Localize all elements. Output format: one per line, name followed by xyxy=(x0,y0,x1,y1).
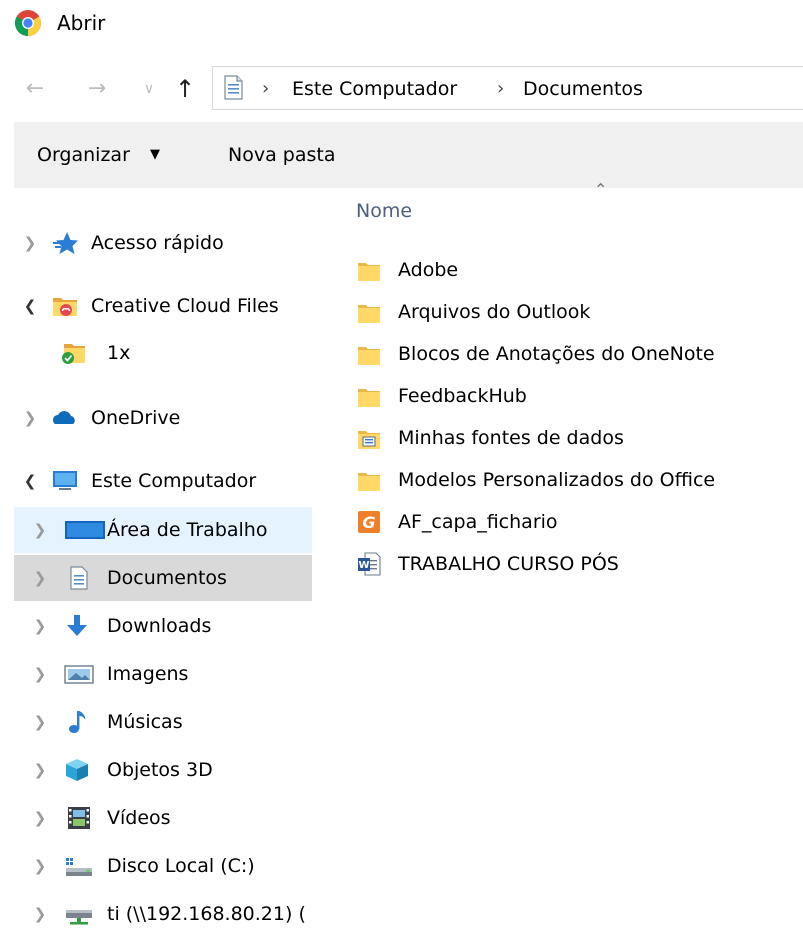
forward-button[interactable]: → xyxy=(84,74,110,104)
breadcrumb-separator[interactable]: › xyxy=(497,74,504,104)
nav-label: OneDrive xyxy=(91,407,181,429)
file-name: Adobe xyxy=(398,259,459,281)
file-name: AF_capa_fichario xyxy=(398,511,558,533)
nav-label: Vídeos xyxy=(107,807,171,829)
nav-label: Área de Trabalho xyxy=(107,519,268,541)
file-name: Modelos Personalizados do Office xyxy=(398,469,716,491)
file-name: Blocos de Anotações do OneNote xyxy=(398,343,715,365)
svg-text:G: G xyxy=(362,513,375,532)
chevron-right-icon[interactable]: ❯ xyxy=(30,651,50,697)
file-name: Minhas fontes de dados xyxy=(398,427,624,449)
nav-label: Imagens xyxy=(107,663,189,685)
nav-label: Acesso rápido xyxy=(91,232,224,254)
file-row-af-capa-fichario[interactable]: G AF_capa_fichario xyxy=(350,501,803,543)
nav-item-documentos[interactable]: ❯ Documentos xyxy=(14,555,312,601)
chevron-down-icon[interactable]: ❮ xyxy=(20,283,40,329)
local-disk-icon xyxy=(66,858,92,876)
file-row-adobe[interactable]: Adobe xyxy=(350,249,803,291)
folder-icon xyxy=(358,473,380,491)
nav-item-network-drive[interactable]: ❯ ti (\\192.168.80.21) ( xyxy=(14,891,312,931)
pictures-icon xyxy=(64,665,94,684)
nav-label: Este Computador xyxy=(91,470,257,492)
coreldraw-file-icon: G xyxy=(358,511,380,533)
nav-label: ti (\\192.168.80.21) ( xyxy=(107,903,306,925)
nav-item-musicas[interactable]: ❯ Músicas xyxy=(14,699,312,745)
nav-item-downloads[interactable]: ❯ Downloads xyxy=(14,603,312,649)
window-title: Abrir xyxy=(57,11,106,35)
folder-icon xyxy=(358,347,380,365)
chevron-right-icon[interactable]: ❯ xyxy=(30,843,50,889)
file-row-minhas-fontes[interactable]: Minhas fontes de dados xyxy=(350,417,803,459)
chevron-right-icon[interactable]: ❯ xyxy=(30,747,50,793)
onedrive-cloud-icon xyxy=(53,411,75,424)
music-note-icon xyxy=(69,711,86,733)
nav-item-creative-cloud-files[interactable]: ❮ Creative Cloud Files xyxy=(14,283,312,329)
word-document-icon: W xyxy=(358,552,381,576)
chevron-right-icon[interactable]: ❯ xyxy=(30,795,50,841)
video-film-icon xyxy=(68,807,90,829)
chevron-right-icon[interactable]: ❯ xyxy=(20,395,40,441)
nav-item-objetos-3d[interactable]: ❯ Objetos 3D xyxy=(14,747,312,793)
folder-icon xyxy=(358,305,380,323)
up-arrow-icon[interactable]: ↑ xyxy=(172,74,198,104)
column-header-name[interactable]: Nome xyxy=(356,200,412,222)
file-name: TRABALHO CURSO PÓS xyxy=(398,553,619,575)
title-bar xyxy=(0,0,803,46)
file-row-trabalho-curso[interactable]: W TRABALHO CURSO PÓS xyxy=(350,543,803,585)
nav-label: Disco Local (C:) xyxy=(107,855,255,877)
file-row-feedbackhub[interactable]: FeedbackHub xyxy=(350,375,803,417)
creative-cloud-folder-icon xyxy=(53,298,77,316)
back-button[interactable]: ← xyxy=(22,74,48,104)
folder-icon xyxy=(358,263,380,281)
data-sources-folder-icon xyxy=(358,431,380,449)
synced-folder-icon xyxy=(62,344,85,364)
file-row-blocos-onenote[interactable]: Blocos de Anotações do OneNote xyxy=(350,333,803,375)
network-drive-icon xyxy=(66,910,92,925)
chevron-down-icon[interactable]: ❮ xyxy=(20,458,40,504)
nav-item-onedrive[interactable]: ❯ OneDrive xyxy=(14,395,312,441)
nav-label: Creative Cloud Files xyxy=(91,295,279,317)
chevron-right-icon[interactable]: ❯ xyxy=(30,699,50,745)
documents-icon xyxy=(70,566,88,590)
documents-icon xyxy=(224,75,243,100)
chrome-icon xyxy=(14,10,42,37)
nav-item-1x[interactable]: 1x xyxy=(14,330,312,376)
command-bar xyxy=(14,122,803,188)
nav-label: Objetos 3D xyxy=(107,759,213,781)
nav-item-disco-local[interactable]: ❯ Disco Local (C:) xyxy=(14,843,312,889)
file-row-arquivos-outlook[interactable]: Arquivos do Outlook xyxy=(350,291,803,333)
nav-label: Músicas xyxy=(107,711,183,733)
computer-icon xyxy=(53,471,77,490)
svg-text:W: W xyxy=(358,560,369,571)
file-row-modelos-office[interactable]: Modelos Personalizados do Office xyxy=(350,459,803,501)
new-folder-button[interactable]: Nova pasta xyxy=(228,139,335,171)
breadcrumb-separator: › xyxy=(262,78,270,99)
nav-item-imagens[interactable]: ❯ Imagens xyxy=(14,651,312,697)
chevron-right-icon[interactable]: ❯ xyxy=(30,555,50,601)
nav-item-este-computador[interactable]: ❮ Este Computador xyxy=(14,458,312,504)
file-name: FeedbackHub xyxy=(398,385,527,407)
chevron-right-icon[interactable]: ❯ xyxy=(20,220,40,266)
breadcrumb-este-computador[interactable]: Este Computador xyxy=(292,74,457,104)
sort-ascending-icon: ⌃ xyxy=(594,180,608,199)
caret-down-icon[interactable]: ▼ xyxy=(150,139,160,171)
chevron-right-icon[interactable]: ❯ xyxy=(30,603,50,649)
star-icon xyxy=(53,232,78,254)
nav-label: Documentos xyxy=(107,567,227,589)
nav-item-videos[interactable]: ❯ Vídeos xyxy=(14,795,312,841)
nav-item-area-de-trabalho[interactable]: ❯ Área de Trabalho xyxy=(14,507,312,553)
breadcrumb-documentos[interactable]: Documentos xyxy=(523,74,643,104)
organize-button[interactable]: Organizar xyxy=(37,139,130,171)
chevron-right-icon[interactable]: ❯ xyxy=(30,891,50,931)
nav-label: 1x xyxy=(107,342,131,364)
recent-locations-chevron-icon[interactable]: ∨ xyxy=(140,74,158,104)
3d-cube-icon xyxy=(66,759,88,781)
chevron-right-icon[interactable]: ❯ xyxy=(30,507,50,553)
folder-icon xyxy=(358,389,380,407)
nav-label: Downloads xyxy=(107,615,212,637)
download-arrow-icon xyxy=(67,615,87,636)
desktop-icon xyxy=(65,521,105,539)
nav-item-quick-access[interactable]: ❯ Acesso rápido xyxy=(14,220,312,266)
file-name: Arquivos do Outlook xyxy=(398,301,591,323)
